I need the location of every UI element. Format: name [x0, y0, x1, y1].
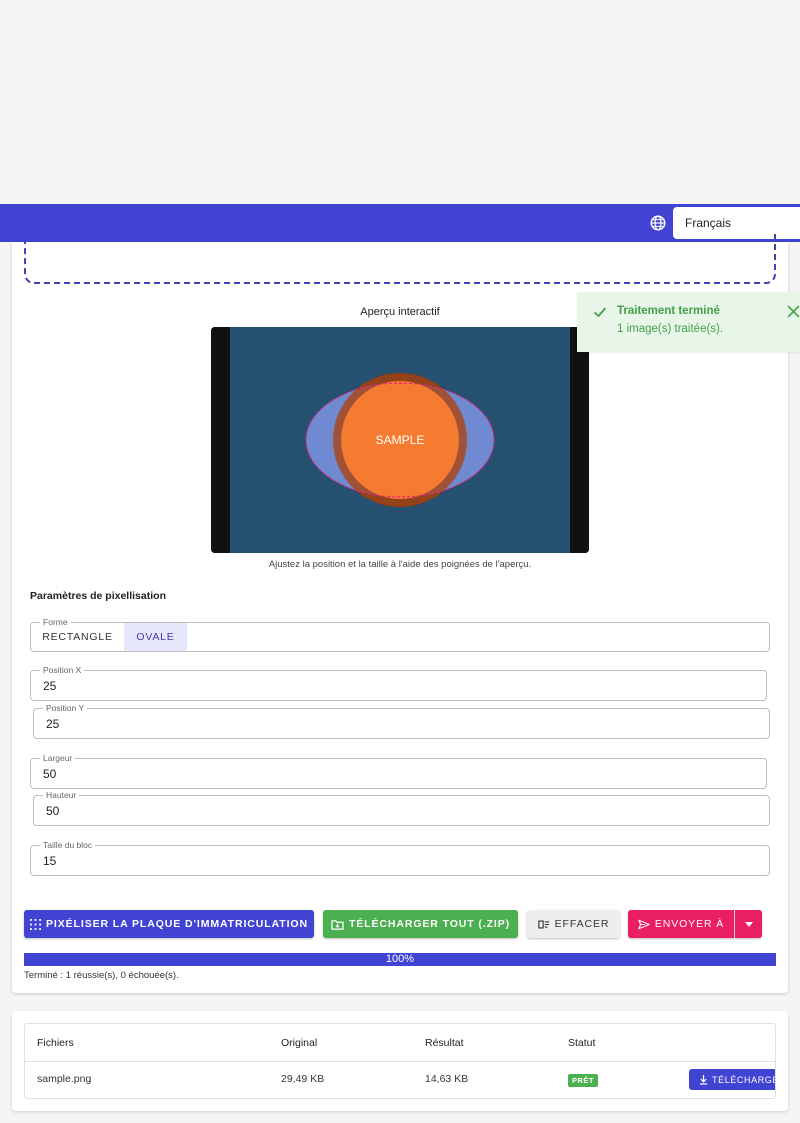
grid-icon [30, 918, 42, 930]
settings-title: Paramètres de pixellisation [30, 590, 166, 602]
pixelate-button[interactable]: PIXÉLISER LA PLAQUE D'IMMATRICULATION [24, 910, 314, 938]
download-icon [699, 1074, 708, 1085]
status-badge: PRÊT [568, 1074, 599, 1087]
cell-filename: sample.png [37, 1073, 92, 1085]
position-y-field[interactable]: Position Y 25 [33, 702, 770, 739]
shape-oval-button[interactable]: OVALE [124, 623, 187, 651]
send-to-dropdown-button[interactable] [735, 910, 762, 938]
clear-list-icon [537, 920, 549, 928]
success-toast: Traitement terminé 1 image(s) traitée(s)… [577, 292, 800, 352]
send-icon [638, 919, 650, 929]
header-status: Statut [568, 1037, 596, 1049]
toast-message: 1 image(s) traitée(s). [617, 323, 724, 335]
main-card: Aperçu interactif SAMPLE Ajustez la posi… [12, 234, 788, 993]
check-icon [593, 307, 607, 318]
width-value[interactable]: 50 [43, 759, 56, 788]
header-result: Résultat [425, 1037, 464, 1049]
header-files: Fichiers [37, 1037, 74, 1049]
block-size-value[interactable]: 15 [43, 846, 56, 875]
download-all-button[interactable]: TÉLÉCHARGER TOUT (.ZIP) [323, 910, 518, 938]
clear-button[interactable]: EFFACER [527, 910, 620, 938]
send-to-label: ENVOYER À [654, 918, 725, 930]
width-field[interactable]: Largeur 50 [30, 752, 767, 789]
height-field[interactable]: Hauteur 50 [33, 789, 770, 826]
progress-label: 100% [385, 953, 415, 965]
sample-text: SAMPLE [376, 433, 425, 447]
block-size-field[interactable]: Taille du bloc 15 [30, 839, 770, 876]
folder-download-icon [331, 919, 344, 930]
position-y-value[interactable]: 25 [46, 709, 59, 738]
send-to-button[interactable]: ENVOYER À [628, 910, 734, 938]
position-x-value[interactable]: 25 [43, 671, 56, 700]
file-dropzone[interactable] [24, 234, 776, 284]
pixelate-label: PIXÉLISER LA PLAQUE D'IMMATRICULATION [46, 918, 308, 930]
caret-down-icon [744, 921, 753, 927]
files-card: Fichiers Original Résultat Statut sample… [12, 1011, 788, 1111]
download-row-button[interactable]: TÉLÉCHARGER [689, 1069, 775, 1090]
files-table: Fichiers Original Résultat Statut sample… [24, 1023, 776, 1099]
toast-title: Traitement terminé [617, 305, 720, 317]
download-all-label: TÉLÉCHARGER TOUT (.ZIP) [348, 918, 511, 930]
table-divider [25, 1061, 775, 1062]
cell-original-size: 29,49 KB [281, 1073, 325, 1085]
shape-rectangle-button[interactable]: RECTANGLE [31, 623, 124, 651]
cell-result-size: 14,63 KB [425, 1073, 469, 1085]
download-row-label: TÉLÉCHARGER [712, 1074, 775, 1085]
close-icon[interactable] [787, 305, 800, 318]
globe-icon[interactable] [649, 214, 667, 232]
interactive-preview[interactable]: SAMPLE [211, 327, 589, 553]
progress-bar: 100% [24, 953, 776, 966]
preview-hint: Ajustez la position et la taille à l'aid… [268, 559, 532, 570]
header-original: Original [281, 1037, 318, 1049]
height-value[interactable]: 50 [46, 796, 59, 825]
clear-label: EFFACER [554, 918, 610, 930]
status-text: Terminé : 1 réussie(s), 0 échouée(s). [24, 970, 179, 981]
shape-selector: Forme RECTANGLE OVALE [30, 616, 770, 652]
position-x-field[interactable]: Position X 25 [30, 664, 767, 701]
